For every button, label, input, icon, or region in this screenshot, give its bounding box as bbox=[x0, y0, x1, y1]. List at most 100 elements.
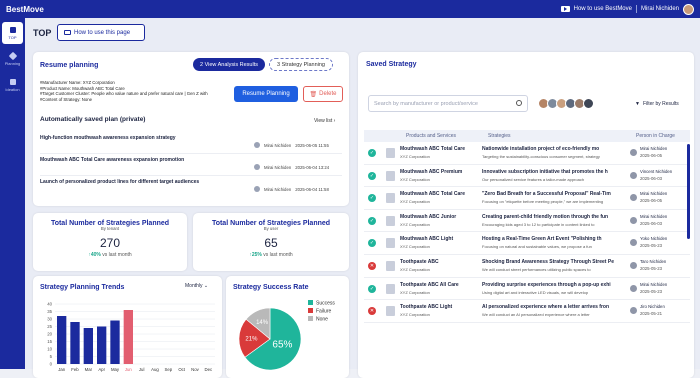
table-row[interactable]: ✓ Mouthwash ABC Total Care XYZ Corporation… bbox=[364, 142, 690, 165]
product-image bbox=[386, 260, 395, 271]
bar[interactable] bbox=[123, 310, 133, 364]
saved-plan-item[interactable]: High-function mouthwash awareness expans… bbox=[40, 132, 342, 154]
saved-plan-item[interactable]: Mouthwash ABC Total Care awareness expan… bbox=[40, 154, 342, 176]
avatar bbox=[630, 216, 637, 224]
check-icon: ✓ bbox=[368, 284, 376, 293]
date: 2025-05-21 bbox=[640, 311, 662, 317]
product-name: Mouthwash ABC Light bbox=[400, 236, 454, 243]
product-image bbox=[386, 215, 395, 226]
legend-label: None bbox=[316, 317, 328, 323]
company-name: XYZ Corporation bbox=[400, 289, 430, 295]
avatar bbox=[254, 186, 260, 192]
strategy-name: Innovative subscription initiative that … bbox=[482, 168, 608, 175]
bar[interactable] bbox=[97, 326, 107, 365]
legend-swatch bbox=[308, 300, 313, 305]
product-image bbox=[386, 148, 395, 158]
bar[interactable] bbox=[83, 328, 93, 364]
avatar bbox=[254, 142, 260, 148]
x-tick-label: Aug bbox=[151, 367, 159, 372]
y-tick-label: 5 bbox=[50, 354, 53, 359]
filter-button[interactable]: ▼ Filter by Results bbox=[635, 101, 679, 107]
step-analysis[interactable]: 2 View Analysis Results bbox=[193, 58, 265, 71]
delete-button[interactable]: 🗑 Delete bbox=[303, 86, 343, 102]
avatar bbox=[630, 171, 637, 179]
table-row[interactable]: ✓ Mouthwash ABC Premium XYZ Corporation Inn… bbox=[364, 165, 690, 188]
table-row[interactable]: ✕ Toothpaste ABC Light XYZ Corporation AI p… bbox=[364, 300, 690, 323]
strategy-name: AI personalized experience where a lette… bbox=[482, 304, 609, 311]
x-tick-label: Apr bbox=[98, 367, 105, 372]
user-name[interactable]: Mirai Nichiden bbox=[641, 6, 679, 12]
product-image bbox=[386, 193, 395, 204]
company-name: XYZ Corporation bbox=[400, 154, 430, 159]
y-tick-label: 0 bbox=[50, 362, 53, 367]
book-icon bbox=[9, 78, 16, 85]
date: 2025-06-05 bbox=[640, 198, 662, 204]
bar[interactable] bbox=[57, 316, 67, 364]
view-list-link[interactable]: View list › bbox=[314, 118, 335, 124]
bar[interactable] bbox=[110, 320, 120, 365]
date: 2025-05-23 bbox=[640, 243, 662, 249]
check-icon: ✓ bbox=[368, 149, 376, 157]
stat-value: 270 bbox=[99, 236, 121, 250]
video-icon bbox=[64, 30, 71, 35]
youtube-icon[interactable] bbox=[560, 6, 570, 12]
y-tick-label: 15 bbox=[47, 339, 52, 344]
scrollbar[interactable] bbox=[687, 144, 690, 239]
trash-icon: 🗑 bbox=[309, 91, 318, 98]
legend-label: Failure bbox=[316, 309, 332, 315]
person-name: Mirai Nichiden bbox=[640, 191, 668, 197]
table-header: Products and Services Strategies Person … bbox=[364, 130, 690, 142]
avatar bbox=[630, 307, 637, 315]
avatar bbox=[583, 98, 594, 109]
brand-logo[interactable]: BestMove bbox=[0, 5, 44, 14]
strategy-desc: Our personalized service features a tail… bbox=[482, 176, 585, 182]
howto-page-button[interactable]: How to use this page bbox=[57, 24, 145, 41]
product-image bbox=[386, 238, 395, 249]
bar[interactable] bbox=[70, 322, 80, 364]
table-row[interactable]: ✓ Toothpaste ABC All Care XYZ Corporation P… bbox=[364, 278, 690, 301]
sidebar-item-top[interactable]: TOP bbox=[2, 22, 23, 44]
legend-swatch bbox=[308, 308, 313, 313]
date: 2025-05-23 bbox=[640, 265, 662, 271]
x-tick-label: Oct bbox=[178, 367, 185, 372]
table-row[interactable]: ✕ Toothpaste ABC XYZ Corporation Shocking B… bbox=[364, 255, 690, 278]
avatar-group[interactable] bbox=[538, 98, 594, 109]
sidebar-item-ideation[interactable]: Ideation bbox=[0, 74, 25, 96]
pie-chart: 65% 21% 14% Success Failure None bbox=[238, 300, 335, 371]
person-name: Mirai Nichiden bbox=[640, 213, 668, 219]
divider bbox=[635, 5, 637, 13]
y-tick-label: 20 bbox=[47, 332, 52, 337]
success-rate-card: Strategy Success Rate 65% 21% 14% Success Fa… bbox=[226, 276, 349, 378]
resume-planning-button[interactable]: Resume Planning bbox=[234, 86, 298, 102]
howto-link[interactable]: How to use BestMove bbox=[574, 6, 632, 12]
table-row[interactable]: ✓ Mouthwash ABC Light XYZ Corporation Hosti… bbox=[364, 232, 690, 255]
close-icon: ✕ bbox=[368, 307, 376, 316]
table-row[interactable]: ✓ Mouthwash ABC Junior XYZ Corporation Crea… bbox=[364, 210, 690, 233]
product-image bbox=[386, 283, 395, 294]
avatar[interactable] bbox=[683, 3, 694, 15]
x-tick-label: Nov bbox=[191, 367, 199, 372]
planning-icon bbox=[8, 51, 17, 60]
home-icon bbox=[9, 26, 16, 33]
legend-label: Success bbox=[316, 301, 335, 307]
saved-strategy-card: Saved Strategy Search by manufacturer or… bbox=[358, 52, 694, 378]
strategy-name: Nationwide installation project of eco-f… bbox=[482, 146, 600, 152]
date: 2025-06-03 bbox=[640, 175, 662, 181]
strategy-name: Creating parent-child friendly motion th… bbox=[482, 213, 609, 220]
company-name: XYZ Corporation bbox=[400, 244, 430, 250]
saved-plan-item[interactable]: Launch of personalized product lines for… bbox=[40, 176, 342, 198]
step-planning[interactable]: 3 Strategy Planning bbox=[268, 58, 333, 71]
resume-title: Resume planning bbox=[40, 62, 99, 69]
search-input[interactable]: Search by manufacturer or product/servic… bbox=[368, 95, 528, 112]
person-name: Taro Nichiden bbox=[640, 258, 667, 264]
product-name: Mouthwash ABC Total Care bbox=[400, 191, 466, 198]
y-tick-label: 40 bbox=[47, 302, 52, 307]
table-row[interactable]: ✓ Mouthwash ABC Total Care XYZ Corporation… bbox=[364, 187, 690, 210]
x-tick-label: Jul bbox=[139, 367, 145, 372]
person-name: Vincent Nichiden bbox=[640, 168, 673, 174]
strategy-desc: Focusing on natural and sustainable valu… bbox=[482, 244, 592, 250]
y-tick-label: 25 bbox=[47, 324, 52, 329]
sidebar-item-planning[interactable]: Planning bbox=[0, 48, 25, 70]
x-tick-label: Dec bbox=[205, 367, 213, 372]
x-tick-label: Feb bbox=[71, 367, 79, 372]
